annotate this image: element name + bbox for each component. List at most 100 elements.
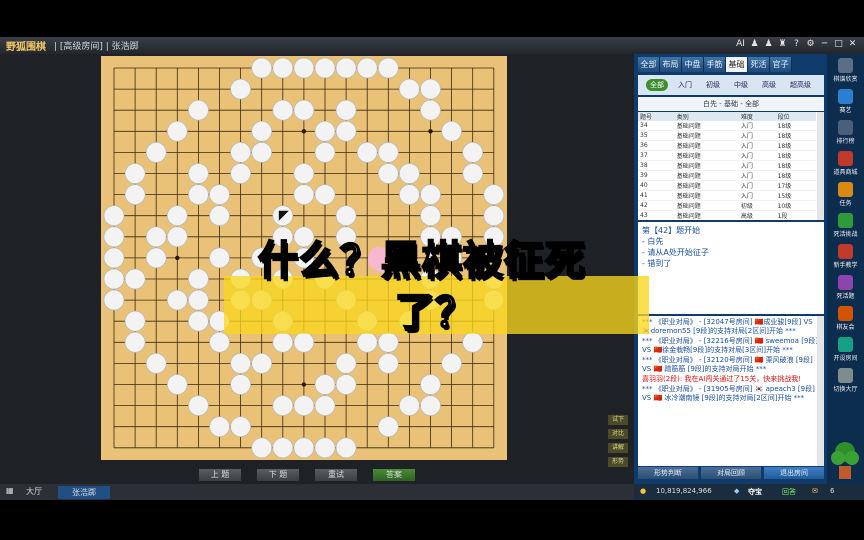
judge-button[interactable]: 形势判断 <box>638 467 698 479</box>
table-row[interactable]: 43 基础问题 高级 1段 <box>638 210 816 220</box>
table-row[interactable]: 34 基础问题 入门 18级 <box>638 121 816 131</box>
table-cell: 高级 <box>738 210 776 220</box>
right-panel: 全部 布局 中盘 手筋 基础 死活 官子 全部 入门 初级 中级 高级 超高级 白先 - 基础 - 全… <box>634 54 827 500</box>
coin-icon: ● <box>640 487 647 495</box>
white-stone <box>124 184 146 205</box>
table-row[interactable]: 36 基础问题 入门 18级 <box>638 140 816 151</box>
column-header[interactable]: 题号 <box>638 112 675 121</box>
review-button[interactable]: 对局回顾 <box>701 467 761 479</box>
white-stone <box>441 353 462 374</box>
white-stone <box>335 353 357 374</box>
window-icon[interactable]: ♟ <box>763 38 774 51</box>
chat-box: *** 《职业对局》 - [32047号房间] 🇨🇳成业骏[9段] VS 🇰🇷d… <box>638 316 824 466</box>
table-cell: 34 <box>638 121 675 131</box>
feature-item[interactable]: 死活挑战 <box>827 213 864 238</box>
table-cell: 基础问题 <box>674 170 739 181</box>
white-stone <box>272 99 294 121</box>
white-stone <box>441 120 462 142</box>
feature-item[interactable]: 开设房间 <box>827 337 864 362</box>
reply-link[interactable]: 回答 <box>782 487 796 497</box>
feature-icon <box>838 275 853 290</box>
table-cell: 18级 <box>775 130 816 141</box>
explain-button[interactable]: 讲解 <box>607 442 629 454</box>
table-cell: 17级 <box>775 180 816 191</box>
message-line: - 白先 <box>642 237 664 246</box>
white-stone <box>293 395 315 416</box>
feature-item[interactable]: 切换大厅 <box>827 368 864 393</box>
level-中级[interactable]: 中级 <box>730 79 752 91</box>
table-row[interactable]: 35 基础问题 入门 18级 <box>638 130 816 141</box>
white-stone <box>145 247 167 269</box>
tab-基础[interactable]: 基础 <box>726 57 748 72</box>
mail-icon[interactable]: ✉ <box>812 487 818 495</box>
table-row[interactable]: 38 基础问题 入门 18级 <box>638 160 816 171</box>
tab-全部[interactable]: 全部 <box>638 57 660 72</box>
taskbar-active-room[interactable]: 张浩踯 <box>58 486 110 499</box>
tab-手筋[interactable]: 手筋 <box>704 57 726 72</box>
chat-scrollbar[interactable] <box>817 316 824 466</box>
table-cell: 18级 <box>775 170 816 181</box>
feature-item[interactable]: 道具商城 <box>827 151 864 176</box>
window-icon[interactable]: ✕ <box>847 38 858 51</box>
exit-room-button[interactable]: 退出房间 <box>764 467 824 479</box>
white-stone <box>335 374 357 395</box>
treasure-link[interactable]: 夺宝 <box>748 487 762 497</box>
column-header[interactable]: 段位 <box>775 112 816 121</box>
compare-button[interactable]: 对比 <box>607 428 629 440</box>
feature-item[interactable]: 任务 <box>827 182 864 207</box>
taskbar-hall[interactable]: 大厅 <box>26 486 42 497</box>
table-row[interactable]: 42 基础问题 初级 10级 <box>638 200 816 211</box>
white-stone <box>420 374 441 395</box>
table-scrollbar[interactable] <box>817 112 824 220</box>
white-stone <box>335 99 357 121</box>
retry-button[interactable]: 重试 <box>314 468 358 482</box>
next-problem-button[interactable]: 下 题 <box>256 468 300 482</box>
table-cell: 35 <box>638 130 675 141</box>
white-stone <box>335 120 357 142</box>
level-超高级[interactable]: 超高级 <box>786 79 815 91</box>
tab-布局[interactable]: 布局 <box>660 57 682 72</box>
table-cell: 18级 <box>775 140 816 151</box>
white-stone <box>103 268 125 290</box>
window-icon[interactable]: ♜ <box>777 38 788 51</box>
tab-官子[interactable]: 官子 <box>770 57 792 72</box>
category-tabs: 全部 布局 中盘 手筋 基础 死活 官子 <box>638 57 792 72</box>
feature-item[interactable]: 排行榜 <box>827 120 864 145</box>
window-icon[interactable]: ⚙ <box>805 38 816 51</box>
situation-button[interactable]: 形势 <box>607 456 629 468</box>
table-row[interactable]: 41 基础问题 入门 15级 <box>638 190 816 201</box>
table-cell: 基础问题 <box>674 200 739 211</box>
level-高级[interactable]: 高级 <box>758 79 780 91</box>
window-icon[interactable]: ─ <box>819 38 830 51</box>
feature-item[interactable]: 新手教学 <box>827 244 864 269</box>
message-title: 第【42】题开始 <box>642 226 701 235</box>
answer-button[interactable]: 答案 <box>372 468 416 482</box>
white-stone <box>188 99 209 121</box>
white-stone <box>272 437 294 459</box>
level-全部[interactable]: 全部 <box>646 79 668 91</box>
feature-item[interactable]: 赛艺 <box>827 89 864 114</box>
table-row[interactable]: 39 基础问题 入门 18级 <box>638 170 816 181</box>
prev-problem-button[interactable]: 上 题 <box>198 468 242 482</box>
window-icon[interactable]: AI <box>735 38 746 51</box>
feature-item[interactable]: 死活题 <box>827 275 864 300</box>
table-row[interactable]: 40 基础问题 入门 17级 <box>638 180 816 191</box>
try-button[interactable]: 试下 <box>607 414 629 426</box>
column-header[interactable]: 难度 <box>738 112 776 121</box>
column-header[interactable]: 类别 <box>674 112 739 121</box>
level-入门[interactable]: 入门 <box>674 79 696 91</box>
window-icon[interactable]: ? <box>791 38 802 51</box>
window-icon[interactable]: ♟ <box>749 38 760 51</box>
hall-grid-icon[interactable]: ▦ <box>6 486 14 495</box>
table-cell: 10级 <box>775 200 816 211</box>
feature-item[interactable]: 棋谱欣赏 <box>827 58 864 83</box>
table-cell: 入门 <box>738 140 776 151</box>
white-stone <box>251 353 273 374</box>
side-mini-buttons: 试下 对比 讲解 形势 <box>607 414 629 470</box>
level-初级[interactable]: 初级 <box>702 79 724 91</box>
window-icon[interactable]: □ <box>833 38 844 51</box>
table-row[interactable]: 37 基础问题 入门 18级 <box>638 150 816 161</box>
tab-死活[interactable]: 死活 <box>748 57 770 72</box>
tab-中盘[interactable]: 中盘 <box>682 57 704 72</box>
feature-item[interactable]: 棋友会 <box>827 306 864 331</box>
